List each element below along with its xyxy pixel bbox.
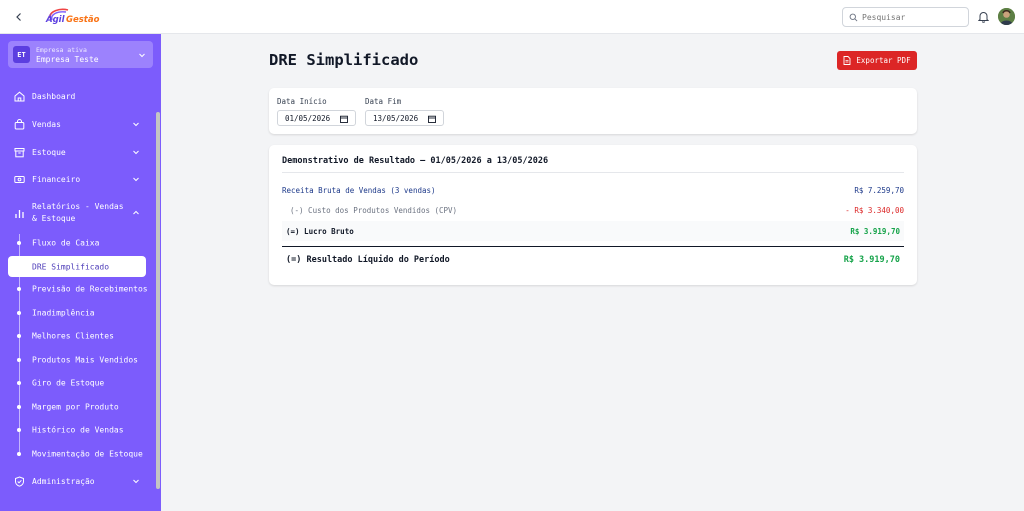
agil-gestao-logo[interactable]: Ágil Gestão xyxy=(44,5,104,29)
submenu-item-label: Histórico de Vendas xyxy=(32,425,124,435)
row-value: R$ 3.919,70 xyxy=(850,226,900,236)
start-date-label: Data Início xyxy=(277,97,327,106)
company-caption: Empresa ativa xyxy=(36,45,87,54)
calendar-icon xyxy=(428,115,436,123)
submenu-item-dre-simplificado[interactable]: DRE Simplificado xyxy=(8,256,146,277)
submenu-item-label: Movimentação de Estoque xyxy=(32,449,143,459)
sidebar-item-estoque[interactable]: Estoque xyxy=(0,146,161,158)
company-selector[interactable]: ET Empresa ativa Empresa Teste xyxy=(8,41,153,68)
row-value: - R$ 3.340,00 xyxy=(845,205,904,215)
submenu-item-movimentacao-de-estoque[interactable]: Movimentação de Estoque xyxy=(0,447,161,461)
submenu-item-label: Melhores Clientes xyxy=(32,331,114,341)
svg-text:Gestão: Gestão xyxy=(66,15,100,25)
back-arrow-icon[interactable] xyxy=(12,10,26,24)
home-icon xyxy=(13,90,25,102)
chevron-down-icon xyxy=(131,476,141,486)
banknote-icon xyxy=(13,173,25,185)
chevron-down-icon xyxy=(139,53,145,58)
svg-text:Ágil: Ágil xyxy=(45,13,66,25)
end-date-input[interactable]: 13/05/2026 xyxy=(365,110,444,126)
result-divider xyxy=(282,246,904,247)
chevron-down-icon xyxy=(131,147,141,157)
search-icon xyxy=(849,13,858,21)
submenu-item-fluxo-de-caixa[interactable]: Fluxo de Caixa xyxy=(0,236,161,250)
submenu-item-label: Margem por Produto xyxy=(32,402,119,412)
submenu-item-label: Produtos Mais Vendidos xyxy=(32,355,138,365)
archive-box-icon xyxy=(13,146,25,158)
sidebar-item-label: Relatórios - Vendas & Estoque xyxy=(32,202,124,223)
sidebar-item-label: Estoque xyxy=(32,147,66,157)
chevron-down-icon xyxy=(131,119,141,129)
row-value: R$ 7.259,70 xyxy=(854,185,904,195)
submenu-item-margem-por-produto[interactable]: Margem por Produto xyxy=(0,400,161,414)
submenu-item-label: DRE Simplificado xyxy=(32,262,110,271)
row-label: (-) Custo dos Produtos Vendidos (CPV) xyxy=(290,205,458,215)
sidebar-scrollbar[interactable] xyxy=(156,112,160,489)
shopping-bag-icon xyxy=(13,118,25,130)
result-value: R$ 3.919,70 xyxy=(843,255,900,265)
submenu-item-inadimplencia[interactable]: Inadimplência xyxy=(0,306,161,320)
submenu-item-melhores-clientes[interactable]: Melhores Clientes xyxy=(0,329,161,343)
sidebar-item-label: Administração xyxy=(32,476,95,486)
submenu-item-previsao-recebimentos[interactable]: Previsão de Recebimentos xyxy=(0,282,161,296)
export-pdf-label: Exportar PDF xyxy=(856,56,911,65)
submenu-item-giro-de-estoque[interactable]: Giro de Estoque xyxy=(0,376,161,390)
row-label: Receita Bruta de Vendas (3 vendas) xyxy=(282,185,436,195)
shield-check-icon xyxy=(13,475,25,487)
filter-card: Data Início 01/05/2026 Data Fim 13/05/20… xyxy=(269,88,917,134)
sidebar-item-label: Dashboard xyxy=(32,91,76,101)
submenu-item-label: Inadimplência xyxy=(32,308,95,318)
export-pdf-button[interactable]: Exportar PDF xyxy=(837,51,917,70)
report-title: Demonstrativo de Resultado — 01/05/2026 … xyxy=(282,156,549,166)
sidebar-item-label: Financeiro xyxy=(32,174,81,184)
sidebar-item-relatorios[interactable]: Relatórios - Vendas & Estoque xyxy=(0,200,161,226)
end-date-value: 13/05/2026 xyxy=(373,113,419,123)
calendar-icon xyxy=(340,115,348,123)
sidebar: ET Empresa ativa Empresa Teste Dashboard… xyxy=(0,34,161,511)
sidebar-item-label: Vendas xyxy=(32,119,61,129)
search-input[interactable] xyxy=(862,12,962,22)
sidebar-item-administracao[interactable]: Administração xyxy=(0,475,161,487)
submenu-item-label: Giro de Estoque xyxy=(32,378,105,388)
report-row-receita: Receita Bruta de Vendas (3 vendas) R$ 7.… xyxy=(282,180,904,200)
sidebar-item-dashboard[interactable]: Dashboard xyxy=(0,90,161,102)
notification-bell-icon[interactable] xyxy=(977,10,990,24)
top-bar: Ágil Gestão xyxy=(0,0,1024,34)
start-date-value: 01/05/2026 xyxy=(285,113,331,123)
main-content: DRE Simplificado Exportar PDF Data Iníci… xyxy=(161,34,1024,511)
start-date-input[interactable]: 01/05/2026 xyxy=(277,110,356,126)
company-badge: ET xyxy=(13,46,30,63)
sidebar-item-financeiro[interactable]: Financeiro xyxy=(0,173,161,185)
divider xyxy=(282,172,904,173)
submenu-item-label: Fluxo de Caixa xyxy=(32,238,100,248)
report-row-lucro-bruto: (=) Lucro Bruto R$ 3.919,70 xyxy=(282,221,904,241)
report-row-resultado: (=) Resultado Líquido do Período R$ 3.91… xyxy=(282,249,904,271)
submenu-item-produtos-mais-vendidos[interactable]: Produtos Mais Vendidos xyxy=(0,353,161,367)
user-avatar[interactable] xyxy=(998,8,1015,25)
file-pdf-icon xyxy=(843,56,851,65)
submenu-item-historico-de-vendas[interactable]: Histórico de Vendas xyxy=(0,423,161,437)
report-row-cpv: (-) Custo dos Produtos Vendidos (CPV) - … xyxy=(282,200,904,220)
sidebar-item-vendas[interactable]: Vendas xyxy=(0,118,161,130)
end-date-label: Data Fim xyxy=(365,97,402,106)
bar-chart-icon xyxy=(13,207,25,219)
search-box[interactable] xyxy=(842,7,969,27)
page-title: DRE Simplificado xyxy=(269,51,419,69)
submenu-item-label: Previsão de Recebimentos xyxy=(32,284,148,294)
chevron-up-icon xyxy=(131,208,141,218)
company-name: Empresa Teste xyxy=(36,54,99,64)
result-label: (=) Resultado Líquido do Período xyxy=(286,255,450,265)
chevron-down-icon xyxy=(131,174,141,184)
row-label: (=) Lucro Bruto xyxy=(286,226,354,236)
dre-report-card: Demonstrativo de Resultado — 01/05/2026 … xyxy=(269,145,917,285)
